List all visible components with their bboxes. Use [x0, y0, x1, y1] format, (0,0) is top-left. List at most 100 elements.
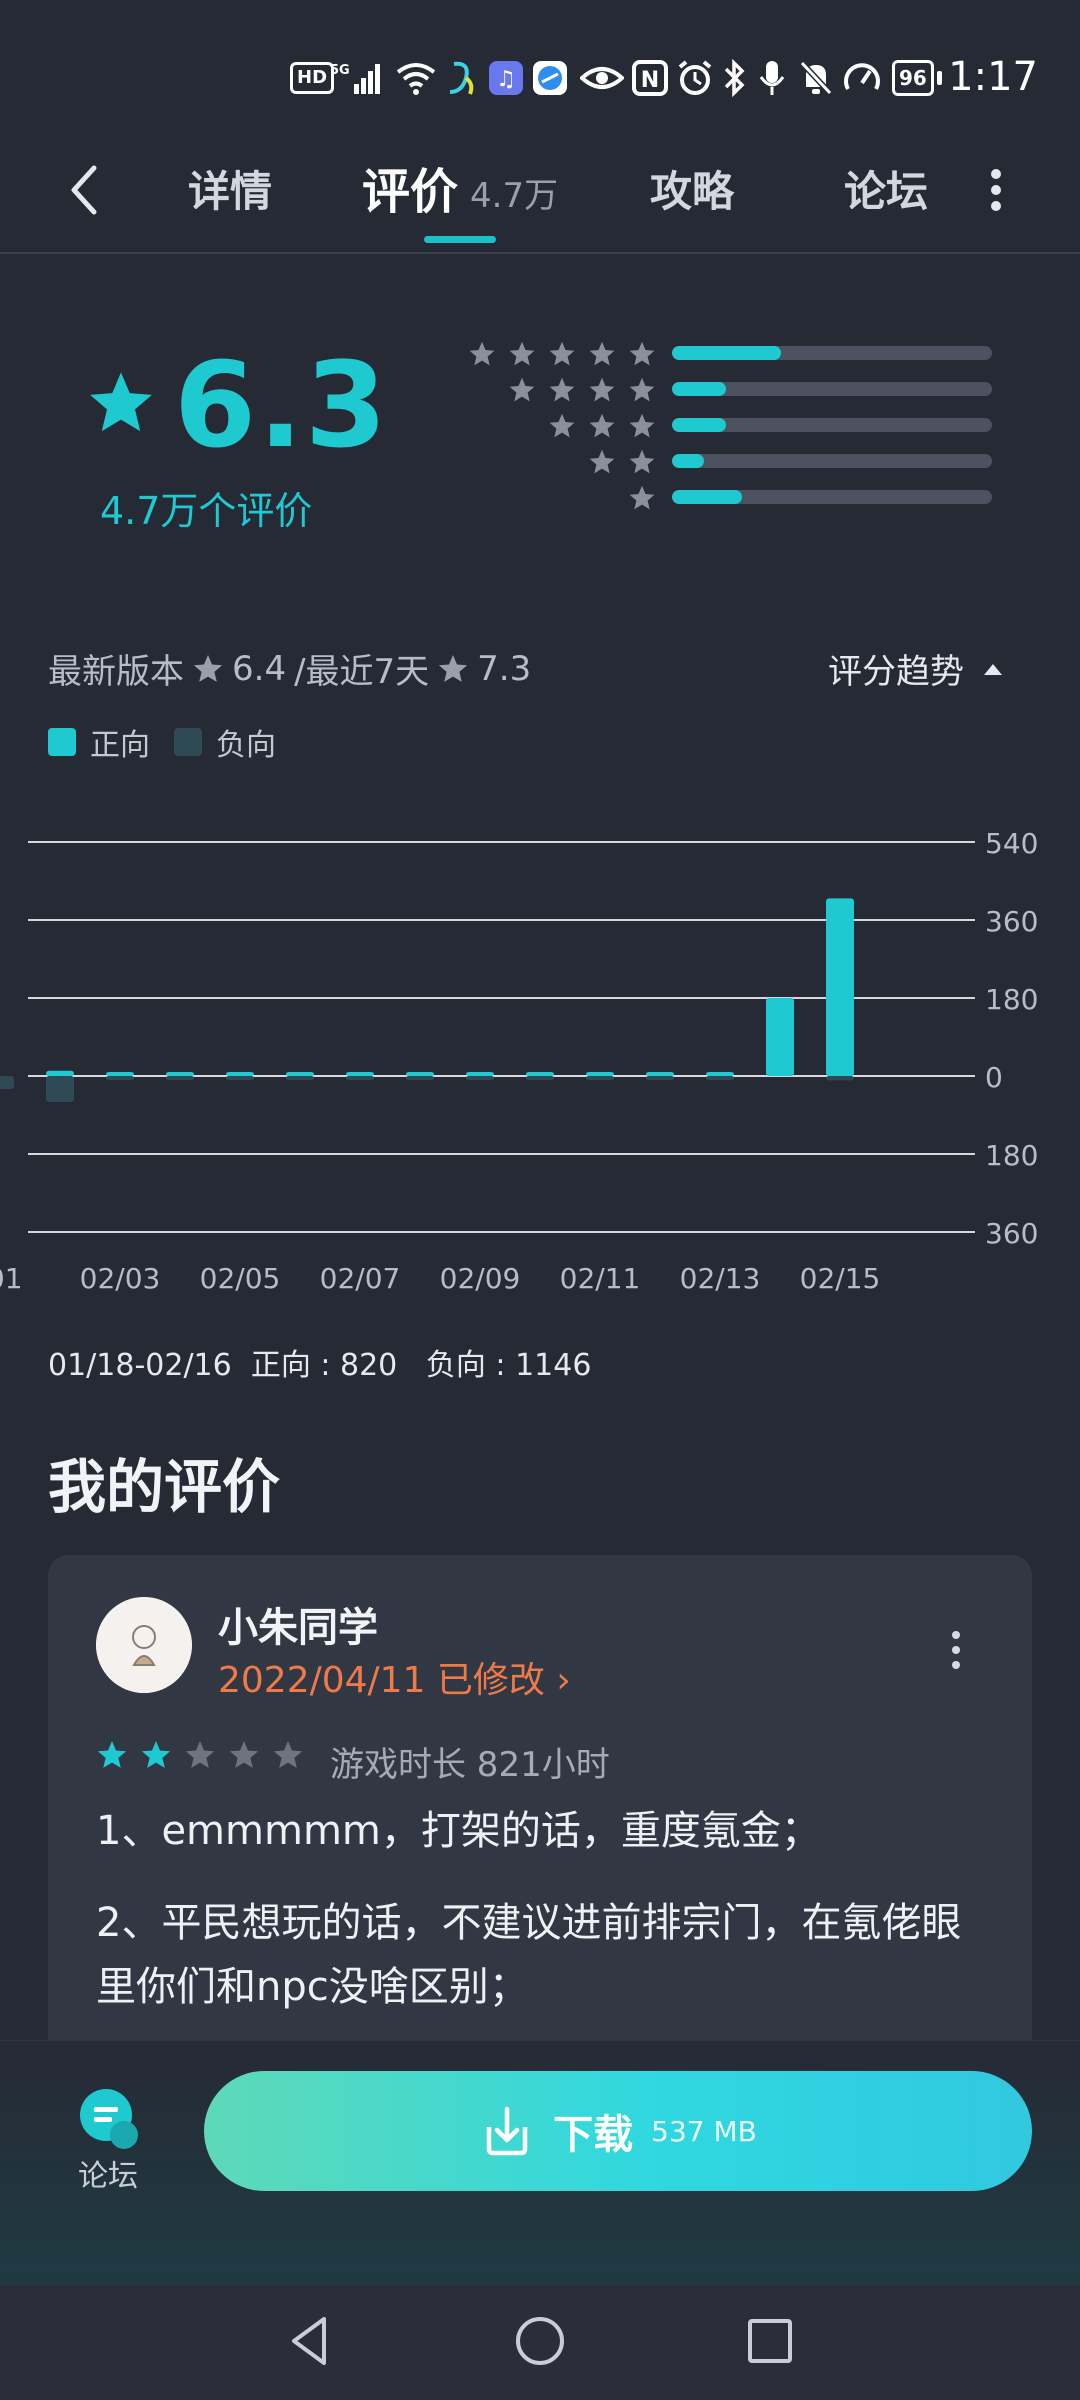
- distribution-bar-fill: [672, 346, 781, 360]
- negative-bar: [226, 1076, 254, 1080]
- star-icon: [193, 654, 223, 682]
- negative-bar: [166, 1076, 194, 1080]
- svg-text:♫: ♫: [496, 67, 516, 92]
- star-icon: [141, 1741, 171, 1768]
- rating-distribution-row: [456, 448, 996, 474]
- rating-count: 4.7万个评价: [100, 489, 313, 533]
- row-stars: [548, 412, 656, 438]
- distribution-bar: [672, 382, 992, 396]
- y-tick-label: 180: [985, 983, 1038, 1016]
- negative-bar: [826, 1076, 854, 1081]
- distribution-bar: [672, 418, 992, 432]
- mic-icon: [758, 58, 786, 98]
- browser-icon: [532, 58, 568, 98]
- y-tick-label: 360: [985, 905, 1038, 938]
- y-tick-label: 360: [985, 1217, 1038, 1250]
- tab-forum[interactable]: 论坛: [844, 158, 928, 219]
- positive-bar: [46, 1070, 74, 1076]
- rating-trend-label: 评分趋势: [828, 652, 964, 692]
- star-icon: [589, 413, 615, 438]
- system-back-icon[interactable]: [280, 2311, 340, 2371]
- star-icon: [469, 341, 495, 366]
- avatar[interactable]: [96, 1597, 192, 1693]
- caret-up-icon: [984, 663, 1002, 675]
- star-icon: [97, 1741, 127, 1768]
- x-tick-label: 02/11: [560, 1262, 641, 1295]
- positive-bar: [406, 1072, 434, 1076]
- battery-icon: 96: [892, 58, 942, 98]
- hd-icon: HD: [290, 58, 335, 98]
- negative-bar: [466, 1076, 494, 1080]
- star-icon: [549, 341, 575, 366]
- rating-star-icon: [90, 372, 152, 432]
- star-icon: [273, 1741, 303, 1768]
- trend-stats: 01/18-02/16 正向 : 820 负向 : 1146: [48, 1340, 591, 1384]
- more-icon[interactable]: [984, 160, 1008, 220]
- system-home-icon[interactable]: [510, 2311, 570, 2371]
- star-icon: [589, 341, 615, 366]
- x-tick-label: 02/05: [200, 1262, 281, 1295]
- legend-negative-swatch: [174, 728, 202, 756]
- legend-positive-swatch: [48, 728, 76, 756]
- negative-bar: [286, 1076, 314, 1080]
- back-icon[interactable]: [60, 160, 110, 220]
- rating-trend-chart[interactable]: 540 360 180 0 180 360/01 02/03 02/05 02/07 02/09 0…: [0, 780, 1080, 1300]
- negative-bar: [706, 1076, 734, 1080]
- forum-label[interactable]: 论坛: [78, 2151, 138, 2195]
- review-paragraph: 1、emmmmm，打架的话，重度氪金；: [96, 1808, 821, 1854]
- negative-bar: [526, 1076, 554, 1080]
- reviews-count-badge: 4.7万: [470, 176, 559, 216]
- alarm-icon: [676, 58, 714, 98]
- tab-guides[interactable]: 攻略: [650, 158, 734, 219]
- rating-distribution-row: [456, 412, 996, 438]
- system-recents-icon[interactable]: [740, 2311, 800, 2371]
- rating-distribution-row: [456, 340, 996, 366]
- distribution-bar-fill: [672, 454, 704, 468]
- review-stars: [96, 1739, 304, 1771]
- recent-label: /最近7天: [294, 652, 430, 692]
- stats-range: 01/18-02/16: [48, 1348, 232, 1383]
- download-button[interactable]: 下载 537 MB: [204, 2071, 1032, 2191]
- latest-version-score: 6.4: [232, 648, 287, 689]
- more-icon[interactable]: [944, 1625, 968, 1675]
- review-paragraph: 2、平民想玩的话，不建议进前排宗门，在氪佬眼里你们和npc没啥区别；: [96, 1900, 962, 2010]
- positive-bar: [706, 1072, 734, 1076]
- distribution-bar: [672, 490, 992, 504]
- legend-positive-label: 正向: [90, 728, 150, 763]
- star-icon: [629, 485, 655, 510]
- negative-bar: [586, 1076, 614, 1080]
- review-date-edited[interactable]: 2022/04/11 已修改 ›: [218, 1651, 571, 1703]
- mute-icon: [798, 58, 834, 98]
- row-stars: [628, 484, 656, 510]
- status-bar: HD 5G ♫ N 96 1:17: [0, 0, 1080, 130]
- x-tick-label: /01: [0, 1262, 23, 1295]
- reviewer-name[interactable]: 小朱同学: [218, 1595, 378, 1653]
- distribution-bar-fill: [672, 382, 727, 396]
- tab-reviews[interactable]: 评价: [362, 152, 458, 222]
- rating-trend-toggle[interactable]: 评分趋势: [828, 644, 1004, 693]
- recent-score: 7.3: [477, 648, 532, 689]
- tab-details[interactable]: 详情: [188, 158, 272, 219]
- x-tick-label: 02/13: [680, 1262, 761, 1295]
- y-tick-label: 180: [985, 1139, 1038, 1172]
- eye-icon: [580, 58, 624, 98]
- positive-bar: [646, 1072, 674, 1076]
- nfc-icon: N: [632, 58, 668, 98]
- x-tick-label: 02/03: [80, 1262, 161, 1295]
- download-icon: [486, 2106, 528, 2156]
- system-nav-bar: [0, 2285, 1080, 2400]
- wifi-icon: [394, 58, 438, 98]
- positive-bar: [346, 1072, 374, 1076]
- negative-bar: [646, 1076, 674, 1080]
- negative-bar: [406, 1076, 434, 1080]
- rating-distribution-row: [456, 484, 996, 510]
- positive-bar: [826, 898, 854, 1076]
- stats-positive: 正向 : 820: [250, 1348, 398, 1383]
- my-review-heading: 我的评价: [48, 1453, 281, 1521]
- star-icon: [509, 341, 535, 366]
- negative-bar: [106, 1076, 134, 1080]
- distribution-bar-fill: [672, 490, 743, 504]
- app-icon: [444, 58, 478, 98]
- negative-bar: [46, 1076, 74, 1102]
- latest-version-label: 最新版本: [48, 652, 184, 692]
